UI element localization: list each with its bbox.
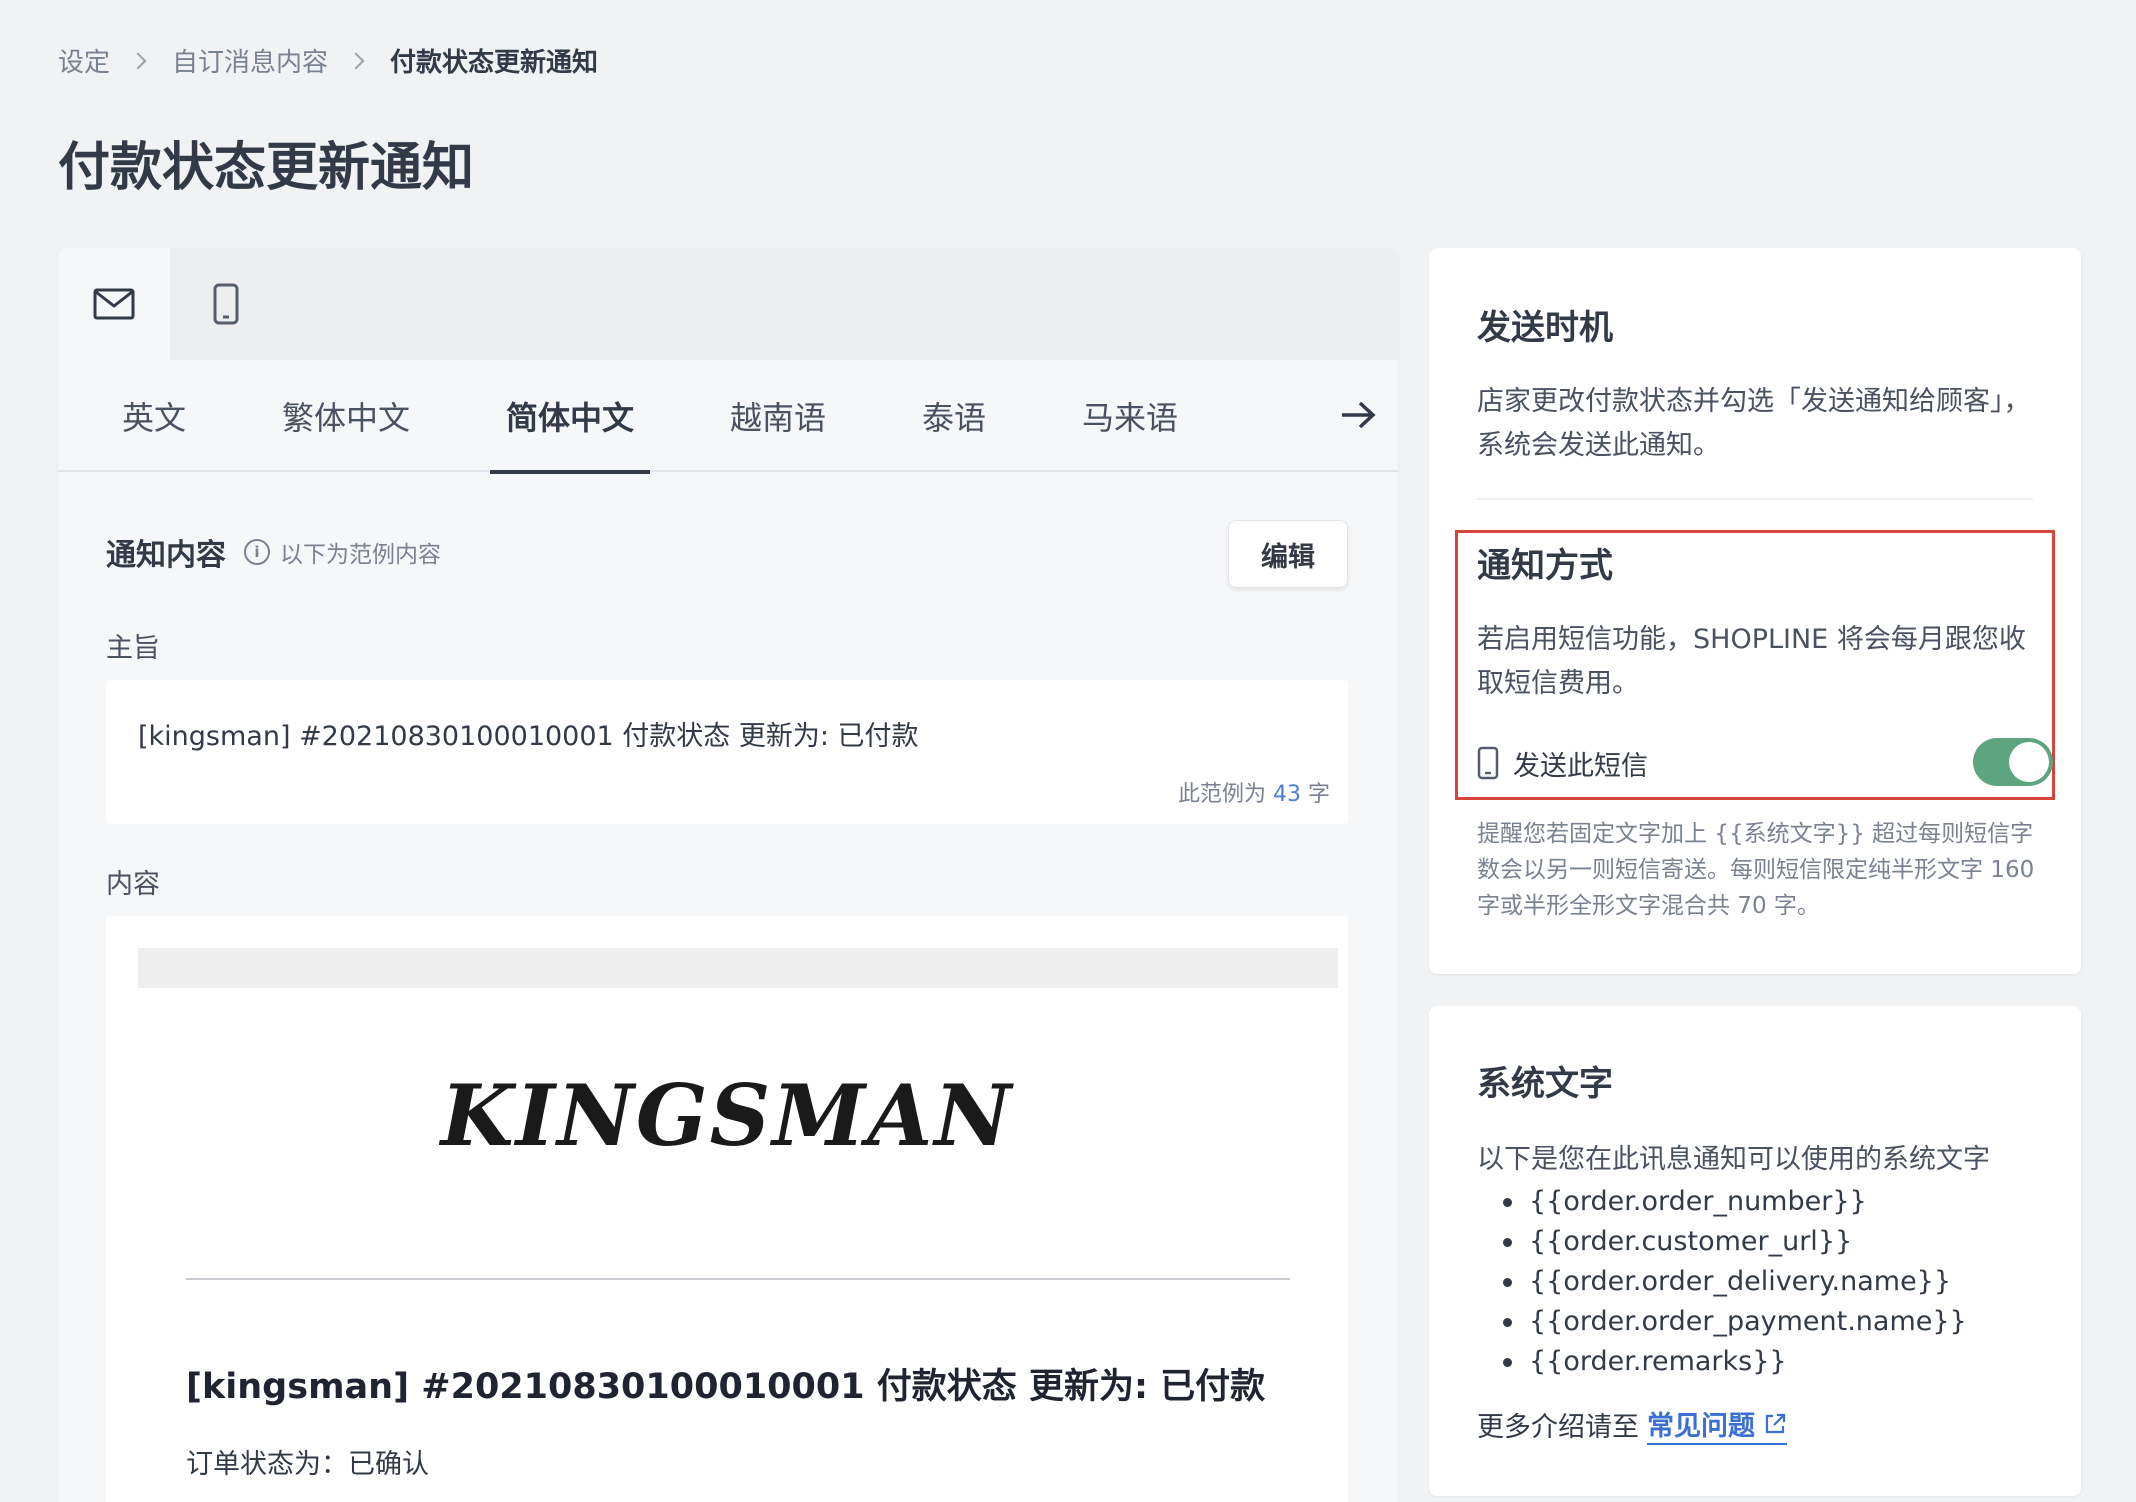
more-info-row: 更多介绍请至 常见问题 xyxy=(1477,1404,1787,1445)
faq-link-text: 常见问题 xyxy=(1647,1411,1755,1442)
info-icon: i xyxy=(244,539,270,565)
list-item: {{order.remarks}} xyxy=(1503,1342,1967,1382)
mail-icon xyxy=(93,288,135,320)
page: 设定 自订消息内容 付款状态更新通知 付款状态更新通知 英文 繁体中文 简体中文… xyxy=(0,0,2136,1502)
tab-english[interactable]: 英文 xyxy=(122,360,186,472)
email-heading: [kingsman] #20210830100010001 付款状态 更新为: … xyxy=(186,1367,1266,1407)
list-item: {{order.order_number}} xyxy=(1503,1182,1967,1222)
tab-email-channel[interactable] xyxy=(58,248,170,360)
tab-simplified-chinese[interactable]: 简体中文 xyxy=(489,360,651,474)
subject-label: 主旨 xyxy=(106,633,160,664)
language-tab-bar: 英文 繁体中文 简体中文 越南语 泰语 马来语 xyxy=(58,360,1398,474)
list-item: {{order.order_payment.name}} xyxy=(1503,1302,1967,1342)
list-item: {{order.order_delivery.name}} xyxy=(1503,1262,1967,1302)
faq-link[interactable]: 常见问题 xyxy=(1647,1404,1787,1445)
char-count-value: 43 xyxy=(1272,782,1301,807)
tab-traditional-chinese[interactable]: 繁体中文 xyxy=(282,360,410,472)
email-divider xyxy=(186,1278,1290,1280)
tab-malay[interactable]: 马来语 xyxy=(1082,360,1178,472)
subject-preview: [kingsman] #20210830100010001 付款状态 更新为: … xyxy=(106,680,1348,824)
tab-thai[interactable]: 泰语 xyxy=(922,360,986,472)
mobile-phone-icon xyxy=(213,283,239,325)
breadcrumb: 设定 自订消息内容 付款状态更新通知 xyxy=(58,42,598,79)
system-text-card: 系统文字 以下是您在此讯息通知可以使用的系统文字 {{order.order_n… xyxy=(1429,1006,2081,1496)
sample-hint: i 以下为范例内容 xyxy=(244,535,441,569)
settings-card: 发送时机 店家更改付款状态并勾选「发送通知给顾客」，系统会发送此通知。 通知方式… xyxy=(1429,248,2081,974)
chevron-right-icon xyxy=(347,52,365,69)
sms-length-note: 提醒您若固定文字加上 {{系统文字}} 超过每则短信字数会以另一则短信寄送。每则… xyxy=(1477,821,2035,919)
list-item: {{order.customer_url}} xyxy=(1503,1222,1967,1262)
send-timing-title: 发送时机 xyxy=(1477,308,1613,348)
system-text-title: 系统文字 xyxy=(1477,1064,1613,1104)
breadcrumb-settings[interactable]: 设定 xyxy=(58,42,110,79)
subject-text: [kingsman] #20210830100010001 付款状态 更新为: … xyxy=(138,721,919,752)
order-status-line: 订单状态为：已确认 xyxy=(186,1449,429,1480)
notification-method-description: 若启用短信功能，SHOPLINE 将会每月跟您收取短信费用。 xyxy=(1477,624,2026,699)
content-label: 内容 xyxy=(106,869,160,900)
store-logo: KINGSMAN xyxy=(440,1066,1014,1165)
breadcrumb-current: 付款状态更新通知 xyxy=(390,48,599,78)
send-timing-description: 店家更改付款状态并勾选「发送通知给顾客」，系统会发送此通知。 xyxy=(1477,386,2031,461)
page-title: 付款状态更新通知 xyxy=(58,138,475,198)
notification-editor-card: 英文 繁体中文 简体中文 越南语 泰语 马来语 通知内容 i 以下为范例内容 编… xyxy=(58,248,1398,1502)
sms-toggle-label: 发送此短信 xyxy=(1513,750,1648,782)
notification-content-title: 通知内容 xyxy=(106,538,226,573)
sms-toggle-switch[interactable] xyxy=(1973,738,2053,786)
breadcrumb-custom-messages[interactable]: 自订消息内容 xyxy=(172,42,328,79)
arrow-right-icon[interactable] xyxy=(1340,400,1376,430)
mobile-phone-icon xyxy=(1477,746,1499,780)
char-count-prefix: 此范例为 xyxy=(1177,782,1266,807)
system-text-intro: 以下是您在此讯息通知可以使用的系统文字 xyxy=(1477,1144,1990,1175)
toggle-knob xyxy=(2009,742,2049,782)
tab-sms-channel[interactable] xyxy=(170,248,282,360)
char-count: 此范例为 43 字 xyxy=(1178,776,1330,808)
email-content-preview: KINGSMAN [kingsman] #20210830100010001 付… xyxy=(106,916,1348,1502)
char-count-suffix: 字 xyxy=(1307,782,1330,807)
tab-vietnamese[interactable]: 越南语 xyxy=(730,360,826,472)
notification-method-title: 通知方式 xyxy=(1477,546,1613,586)
more-info-prefix: 更多介绍请至 xyxy=(1477,1412,1639,1443)
sample-hint-text: 以下为范例内容 xyxy=(280,542,441,568)
sms-toggle-row: 发送此短信 xyxy=(1477,738,2053,788)
chevron-right-icon xyxy=(129,52,147,69)
section-divider xyxy=(1477,498,2033,500)
external-link-icon xyxy=(1765,1413,1786,1433)
email-header-strip xyxy=(138,948,1338,988)
edit-button[interactable]: 编辑 xyxy=(1228,520,1348,588)
channel-tab-bar xyxy=(58,248,1398,360)
notification-content-heading: 通知内容 i 以下为范例内容 xyxy=(106,530,441,574)
system-variable-list: {{order.order_number}} {{order.customer_… xyxy=(1503,1182,1967,1382)
